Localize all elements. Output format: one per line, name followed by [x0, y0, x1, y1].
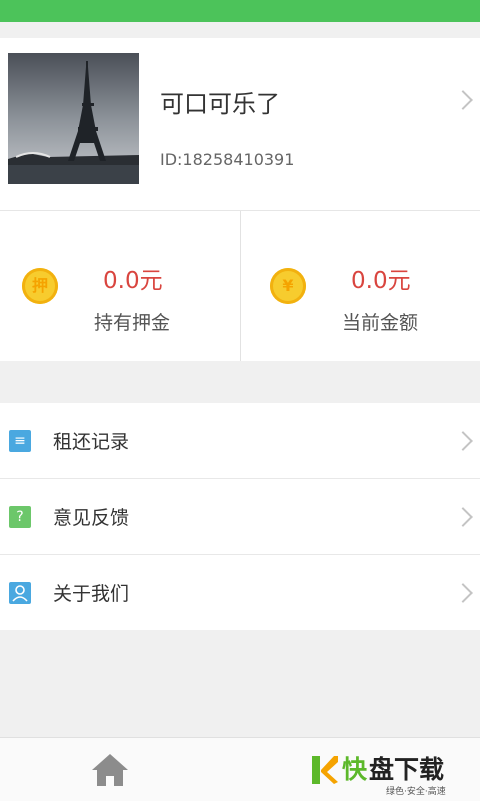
- menu-label-about-us: 关于我们: [53, 583, 130, 605]
- menu-label-feedback: 意见反馈: [53, 507, 130, 529]
- wallet-stats: 押 0.0元 持有押金 ¥ 0.0元 当前金额: [0, 210, 480, 361]
- bottom-nav-bar: 快盘下载 绿色·安全·高速: [0, 737, 480, 801]
- chevron-right-icon: [453, 90, 473, 110]
- user-id: ID:18258410391: [160, 150, 295, 169]
- menu-list: ≡ 租还记录 ? 意见反馈 关于我们: [0, 403, 480, 630]
- chevron-right-icon: [453, 583, 473, 603]
- top-app-bar: [0, 0, 480, 22]
- menu-item-rental-records[interactable]: ≡ 租还记录: [0, 403, 480, 479]
- watermark-k-icon: [312, 756, 338, 784]
- home-icon[interactable]: [90, 752, 130, 788]
- list-icon: ≡: [9, 430, 31, 452]
- balance-stat[interactable]: ¥ 0.0元 当前金额: [240, 211, 480, 361]
- deposit-label: 持有押金: [94, 312, 171, 334]
- username: 可口可乐了: [160, 90, 280, 118]
- watermark-brand-rest: 盘下载: [369, 755, 445, 784]
- chevron-right-icon: [453, 431, 473, 451]
- deposit-coin-icon: 押: [22, 268, 58, 304]
- balance-amount: 0.0元: [351, 268, 411, 294]
- deposit-stat[interactable]: 押 0.0元 持有押金: [0, 211, 240, 361]
- watermark-brand-green: 快: [342, 755, 368, 784]
- menu-label-rental-records: 租还记录: [53, 431, 130, 453]
- person-icon: [9, 582, 31, 604]
- watermark-tagline: 绿色·安全·高速: [386, 787, 446, 797]
- watermark-logo: 快盘下载 绿色·安全·高速: [306, 750, 476, 797]
- yen-coin-icon: ¥: [270, 268, 306, 304]
- avatar[interactable]: [8, 53, 139, 184]
- profile-card[interactable]: 可口可乐了 ID:18258410391: [0, 38, 480, 210]
- menu-item-feedback[interactable]: ? 意见反馈: [0, 479, 480, 555]
- menu-item-about-us[interactable]: 关于我们: [0, 555, 480, 630]
- balance-label: 当前金额: [342, 312, 419, 334]
- deposit-amount: 0.0元: [103, 268, 163, 294]
- watermark-brand: 快盘下载: [342, 750, 444, 786]
- question-icon: ?: [9, 506, 31, 528]
- chevron-right-icon: [453, 507, 473, 527]
